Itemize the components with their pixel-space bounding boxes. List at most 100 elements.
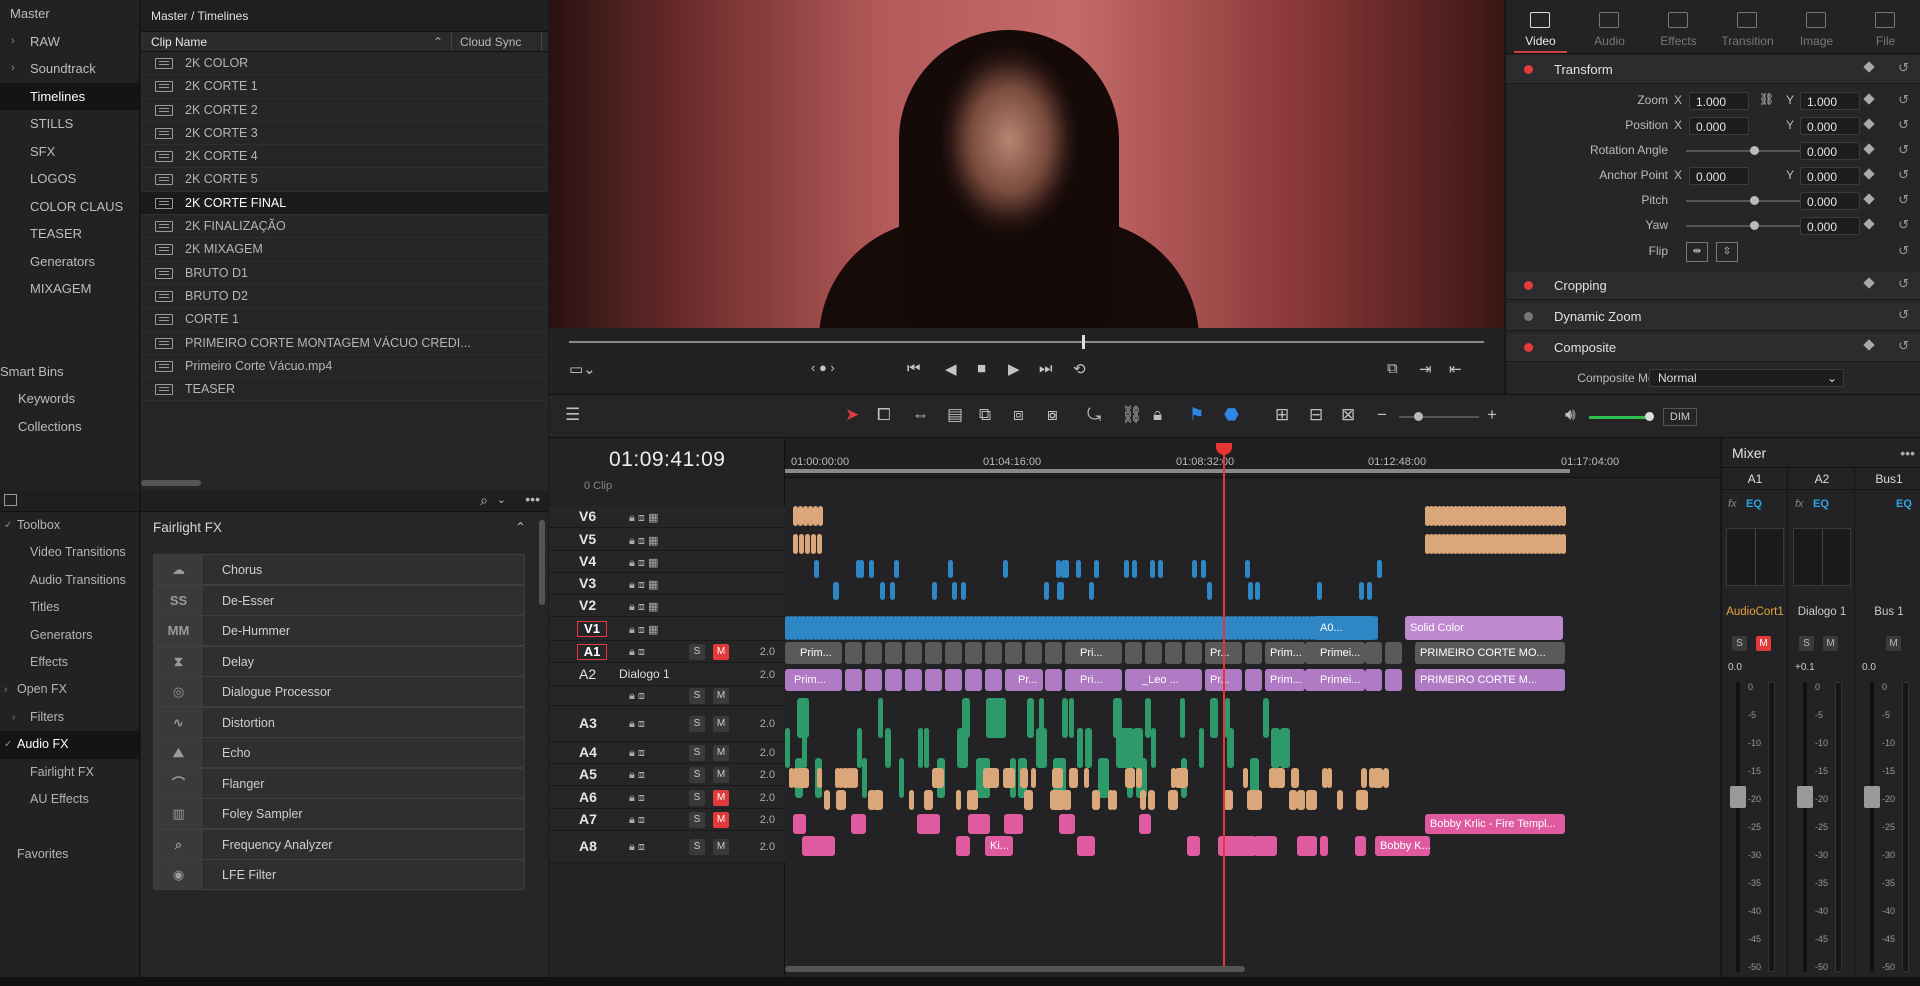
video-clip[interactable] — [1124, 560, 1129, 578]
video-clip[interactable] — [1201, 560, 1206, 578]
fx-slot-button[interactable]: fx — [1795, 498, 1804, 510]
mute-button[interactable]: M — [1823, 636, 1838, 651]
dialog-clip[interactable] — [1123, 728, 1134, 768]
video-clip[interactable] — [865, 642, 882, 664]
video-clip[interactable] — [1165, 642, 1182, 664]
sfx-clip[interactable] — [1320, 836, 1328, 856]
bin-master[interactable]: Master — [0, 0, 139, 28]
music-clip[interactable] — [1361, 768, 1367, 788]
fx-tree-item[interactable]: Effects — [0, 649, 139, 676]
keyframe-icon[interactable] — [1863, 339, 1875, 351]
video-preview[interactable] — [549, 0, 1504, 328]
fx-item[interactable]: ⛰ Echo — [153, 737, 525, 768]
dialog-clip[interactable] — [1210, 698, 1218, 738]
anchor-y-field[interactable]: 0.000 — [1800, 167, 1860, 185]
bin-item[interactable]: Timelines — [0, 82, 139, 110]
track-header-a1[interactable]: A1 🔒︎ ⧈ S M 2.0 — [549, 641, 785, 663]
fx-item[interactable]: ☁ Chorus — [153, 554, 525, 585]
dynamic-trim-icon[interactable]: ⇔ — [912, 405, 929, 425]
dialog-clip[interactable] — [899, 758, 904, 798]
reset-icon[interactable]: ↺ — [1898, 167, 1909, 183]
timeline-timecode[interactable]: 01:09:41:09 — [609, 448, 725, 472]
keyframe-icon[interactable] — [1863, 168, 1875, 180]
clip-row[interactable]: 2K COLOR — [141, 52, 548, 76]
timeline-ruler[interactable]: 01:00:00:00 01:04:16:00 01:08:32:00 01:12:4… — [785, 438, 1720, 478]
composite-section[interactable]: Composite ↺ — [1506, 334, 1920, 362]
music-clip[interactable] — [799, 768, 807, 788]
track-header-a2-sub[interactable]: 🔒︎ ⧈ S M — [549, 686, 785, 706]
dialog-clip[interactable] — [878, 698, 883, 738]
clip-row[interactable]: 2K CORTE FINAL — [141, 191, 548, 216]
audio-clip[interactable] — [1365, 669, 1382, 691]
playhead[interactable] — [1223, 446, 1225, 966]
reset-icon[interactable]: ↺ — [1898, 60, 1909, 76]
sfx-clip[interactable] — [1254, 836, 1277, 856]
music-clip[interactable] — [1140, 790, 1146, 810]
crop-icon[interactable]: ▭⌄ — [569, 360, 596, 378]
match-frame-icon[interactable]: ⧉ — [1387, 360, 1398, 377]
sfx-clip[interactable] — [1004, 814, 1018, 834]
skip-to-end-icon[interactable]: ⏭ — [1039, 360, 1053, 377]
track-header-a5[interactable]: A5 🔒︎ ⧈ S M 2.0 — [549, 764, 785, 786]
volume-slider[interactable] — [1589, 412, 1654, 421]
track-controls-icon[interactable]: 🔒︎ ⧈ — [629, 769, 645, 782]
keyframe-icon[interactable] — [1863, 143, 1875, 155]
more-options-icon[interactable]: ••• — [525, 491, 540, 507]
col-cloud-sync[interactable]: Cloud Sync — [452, 32, 542, 51]
reset-icon[interactable]: ↺ — [1898, 276, 1909, 292]
video-clip[interactable] — [1089, 582, 1094, 600]
zoom-x-field[interactable]: 1.000 — [1689, 92, 1749, 110]
audio-clip[interactable] — [905, 669, 922, 691]
dynamic-zoom-section[interactable]: Dynamic Zoom ↺ — [1506, 303, 1920, 331]
sfx-clip[interactable]: Bobby K... — [1375, 836, 1430, 856]
dialog-clip[interactable] — [924, 728, 929, 768]
video-clip[interactable] — [1145, 642, 1162, 664]
dialog-clip[interactable] — [1227, 728, 1234, 768]
fx-slot-button[interactable]: fx — [1728, 498, 1737, 510]
bin-item[interactable]: Generators — [0, 248, 139, 276]
eq-button[interactable]: EQ — [1813, 498, 1829, 510]
sfx-clip[interactable] — [1077, 836, 1095, 856]
video-clip[interactable] — [948, 560, 953, 578]
position-y-field[interactable]: 0.000 — [1800, 117, 1860, 135]
music-clip[interactable] — [989, 768, 995, 788]
flip-horizontal-icon[interactable]: ⇹ — [1686, 242, 1708, 262]
track-header-v2[interactable]: V2 🔒︎ ⧈ ▦ — [549, 595, 785, 617]
video-clip[interactable]: Pr... — [1205, 642, 1235, 664]
sfx-clip[interactable] — [1355, 836, 1366, 856]
video-clip[interactable]: A0... — [1315, 616, 1375, 640]
chevron-down-icon[interactable]: ⌄ — [497, 493, 506, 506]
video-clip[interactable]: Primei... — [1315, 642, 1365, 664]
composite-mode-select[interactable]: Normal ⌄ — [1649, 369, 1844, 387]
video-clip[interactable] — [1561, 534, 1566, 554]
custom-zoom-icon[interactable]: ⊠ — [1341, 405, 1355, 425]
mute-button[interactable]: M — [713, 644, 729, 660]
track-controls-icon[interactable]: 🔒︎ ⧈ — [629, 747, 645, 760]
video-clip[interactable] — [1245, 642, 1262, 664]
music-clip[interactable] — [1050, 790, 1060, 810]
dialog-clip[interactable] — [1069, 698, 1074, 738]
reset-icon[interactable]: ↺ — [1898, 192, 1909, 208]
eq-button[interactable]: EQ — [1746, 498, 1762, 510]
fx-tree-item[interactable]: Generators — [0, 622, 139, 649]
zoom-slider-knob[interactable] — [1414, 412, 1423, 421]
fx-list-scrollbar[interactable] — [539, 520, 545, 605]
track-header-a3[interactable]: A3 🔒︎ ⧈ S M 2.0 — [549, 706, 785, 742]
chevron-down-icon[interactable]: ✓ — [4, 731, 12, 758]
bin-item[interactable]: MIXAGEM — [0, 275, 139, 303]
timeline-scrollbar[interactable] — [785, 966, 1245, 972]
music-clip[interactable] — [1373, 768, 1383, 788]
video-clip[interactable] — [1064, 560, 1069, 578]
loop-icon[interactable]: ⟲ — [1073, 360, 1086, 378]
fx-tree-item[interactable]: Favorites — [0, 841, 139, 868]
replace-clip-icon[interactable]: ⧇ — [1047, 405, 1058, 425]
fx-item[interactable]: ◉ LFE Filter — [153, 859, 525, 890]
clip-row[interactable]: 2K CORTE 2 — [141, 99, 548, 122]
video-clip[interactable] — [1044, 582, 1049, 600]
track-header-v3[interactable]: V3 🔒︎ ⧈ ▦ — [549, 573, 785, 595]
fader-track[interactable] — [1736, 682, 1740, 972]
video-clip[interactable] — [1005, 642, 1022, 664]
mute-button[interactable]: M — [713, 839, 729, 855]
audio-clip[interactable] — [1045, 669, 1062, 691]
clip-row[interactable]: 2K FINALIZAÇÃO — [141, 215, 548, 239]
